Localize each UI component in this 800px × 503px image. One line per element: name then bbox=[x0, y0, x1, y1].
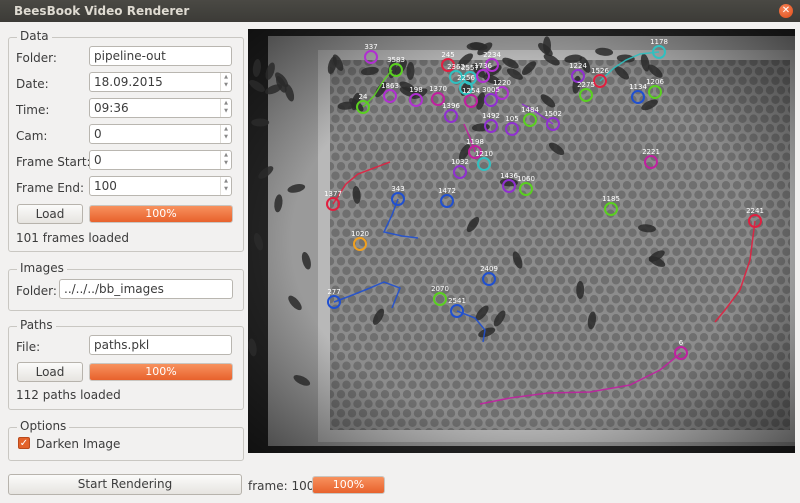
bee-marker-label: 1472 bbox=[438, 187, 456, 195]
options-group: Options ✓ Darken Image bbox=[8, 419, 244, 461]
data-progress-text: 100% bbox=[145, 207, 177, 220]
frame-end-value: 100 bbox=[94, 179, 117, 193]
bee-marker-label: 245 bbox=[441, 51, 454, 59]
images-folder-input[interactable]: ../../../bb_images bbox=[59, 279, 233, 299]
title-bar: BeesBook Video Renderer ✕ bbox=[0, 0, 800, 22]
bee-marker-label: 105 bbox=[505, 115, 518, 123]
render-progress-bar: 100% bbox=[312, 476, 385, 494]
paths-file-input[interactable]: paths.pkl bbox=[89, 335, 232, 355]
cam-stepper-icon[interactable]: ▲ ▼ bbox=[220, 125, 231, 143]
frame-counter: frame: 100 bbox=[248, 479, 315, 493]
bee-marker-label: 3583 bbox=[387, 56, 405, 64]
paths-load-button[interactable]: Load bbox=[17, 362, 83, 382]
data-folder-input[interactable]: pipeline-out bbox=[89, 46, 232, 66]
window-title: BeesBook Video Renderer bbox=[14, 4, 190, 18]
bee-marker-label: 1224 bbox=[569, 62, 587, 70]
images-group-legend: Images bbox=[17, 261, 67, 275]
bee-marker-label: 2275 bbox=[577, 81, 595, 89]
bee-marker-label: 1377 bbox=[324, 190, 342, 198]
bee-marker-label: 198 bbox=[409, 86, 422, 94]
bee-marker-label: 1178 bbox=[650, 38, 668, 46]
bee-marker-label: 1210 bbox=[475, 150, 493, 158]
cam-spinbox[interactable]: 0 ▲ ▼ bbox=[89, 124, 232, 144]
time-label: Time: bbox=[16, 103, 50, 117]
frames-loaded-status: 101 frames loaded bbox=[16, 231, 130, 245]
bee-marker-label: 3005 bbox=[482, 86, 500, 94]
frame-start-spinbox[interactable]: 0 ▲ ▼ bbox=[89, 150, 232, 170]
bee-marker-label: 1502 bbox=[544, 110, 562, 118]
bee-shape bbox=[576, 281, 585, 299]
frame-start-stepper-icon[interactable]: ▲ ▼ bbox=[220, 151, 231, 169]
bee-marker-label: 1736 bbox=[474, 62, 492, 70]
video-frame-svg: 3373583245 2234236225571736225612201863 19… bbox=[248, 29, 795, 453]
images-folder-label: Folder: bbox=[16, 284, 57, 298]
bee-marker-label: 337 bbox=[364, 43, 377, 51]
bee-marker-label: 1198 bbox=[466, 138, 484, 146]
images-group: Images Folder: ../../../bb_images bbox=[8, 261, 244, 311]
video-preview[interactable]: 337 3583 245 2234 2362 2557 1736 2256 1220 1863 19… bbox=[248, 29, 795, 453]
bee-marker-label: 1254 bbox=[462, 87, 480, 95]
data-progress-bar: 100% bbox=[89, 205, 233, 223]
options-group-legend: Options bbox=[17, 419, 70, 433]
time-spinbox[interactable]: 09:36 ▲ ▼ bbox=[89, 98, 232, 118]
bee-marker-label: 2409 bbox=[480, 265, 498, 273]
bee-shape bbox=[251, 118, 270, 127]
bee-marker-label: 2256 bbox=[457, 74, 475, 82]
close-icon[interactable]: ✕ bbox=[779, 4, 793, 18]
bee-marker-label: 1060 bbox=[517, 175, 535, 183]
date-spinbox[interactable]: 18.09.2015 ▲ ▼ bbox=[89, 72, 232, 92]
bee-marker-label: 1396 bbox=[442, 102, 460, 110]
paths-group: Paths File: paths.pkl Load 100% 112 path… bbox=[8, 318, 244, 410]
bee-marker-label: 1032 bbox=[451, 158, 469, 166]
bee-marker-label: 1436 bbox=[500, 172, 518, 180]
data-group: Data Folder: pipeline-out Date: 18.09.20… bbox=[8, 29, 244, 252]
bee-marker-label: 2221 bbox=[642, 148, 660, 156]
frame-end-spinbox[interactable]: 100 ▲ ▼ bbox=[89, 176, 232, 196]
date-value: 18.09.2015 bbox=[94, 75, 163, 89]
cam-label: Cam: bbox=[16, 129, 48, 143]
bee-marker-label: 2241 bbox=[746, 207, 764, 215]
bee-marker-label: 1020 bbox=[351, 230, 369, 238]
paths-file-label: File: bbox=[16, 340, 41, 354]
darken-image-label[interactable]: Darken Image bbox=[36, 437, 120, 451]
data-group-legend: Data bbox=[17, 29, 52, 43]
bee-marker-label: 2234 bbox=[483, 51, 501, 59]
bee-marker-label: 343 bbox=[391, 185, 404, 193]
date-label: Date: bbox=[16, 77, 49, 91]
paths-group-legend: Paths bbox=[17, 318, 56, 332]
bee-marker-label: 1185 bbox=[602, 195, 620, 203]
cam-value: 0 bbox=[94, 127, 102, 141]
paths-progress-bar: 100% bbox=[89, 363, 233, 381]
date-stepper-icon[interactable]: ▲ ▼ bbox=[220, 73, 231, 91]
time-value: 09:36 bbox=[94, 101, 129, 115]
frame-start-label: Frame Start: bbox=[16, 155, 91, 169]
folder-label: Folder: bbox=[16, 51, 57, 65]
bee-marker-label: 1526 bbox=[591, 67, 609, 75]
data-load-button[interactable]: Load bbox=[17, 204, 83, 224]
render-progress-text: 100% bbox=[332, 478, 365, 491]
paths-loaded-status: 112 paths loaded bbox=[16, 388, 121, 402]
bee-marker-label: 2070 bbox=[431, 285, 449, 293]
frame-end-stepper-icon[interactable]: ▲ ▼ bbox=[220, 177, 231, 195]
start-rendering-button[interactable]: Start Rendering bbox=[8, 474, 242, 495]
darken-image-checkbox[interactable]: ✓ bbox=[18, 437, 30, 449]
time-stepper-icon[interactable]: ▲ ▼ bbox=[220, 99, 231, 117]
bee-marker-label: 1492 bbox=[482, 112, 500, 120]
bee-marker-label: 1863 bbox=[381, 82, 399, 90]
bee-marker-label: 6 bbox=[679, 339, 684, 347]
bee-marker-label: 1370 bbox=[429, 85, 447, 93]
frame-start-value: 0 bbox=[94, 153, 102, 167]
bee-marker-label: 277 bbox=[327, 288, 340, 296]
bee-marker-label: 1134 bbox=[629, 83, 647, 91]
paths-progress-text: 100% bbox=[145, 365, 177, 378]
frame-end-label: Frame End: bbox=[16, 181, 85, 195]
bee-marker-label: 2541 bbox=[448, 297, 466, 305]
bee-marker-label: 24 bbox=[359, 93, 368, 101]
bee-marker-label: 1484 bbox=[521, 106, 539, 114]
bee-marker-label: 1206 bbox=[646, 78, 664, 86]
